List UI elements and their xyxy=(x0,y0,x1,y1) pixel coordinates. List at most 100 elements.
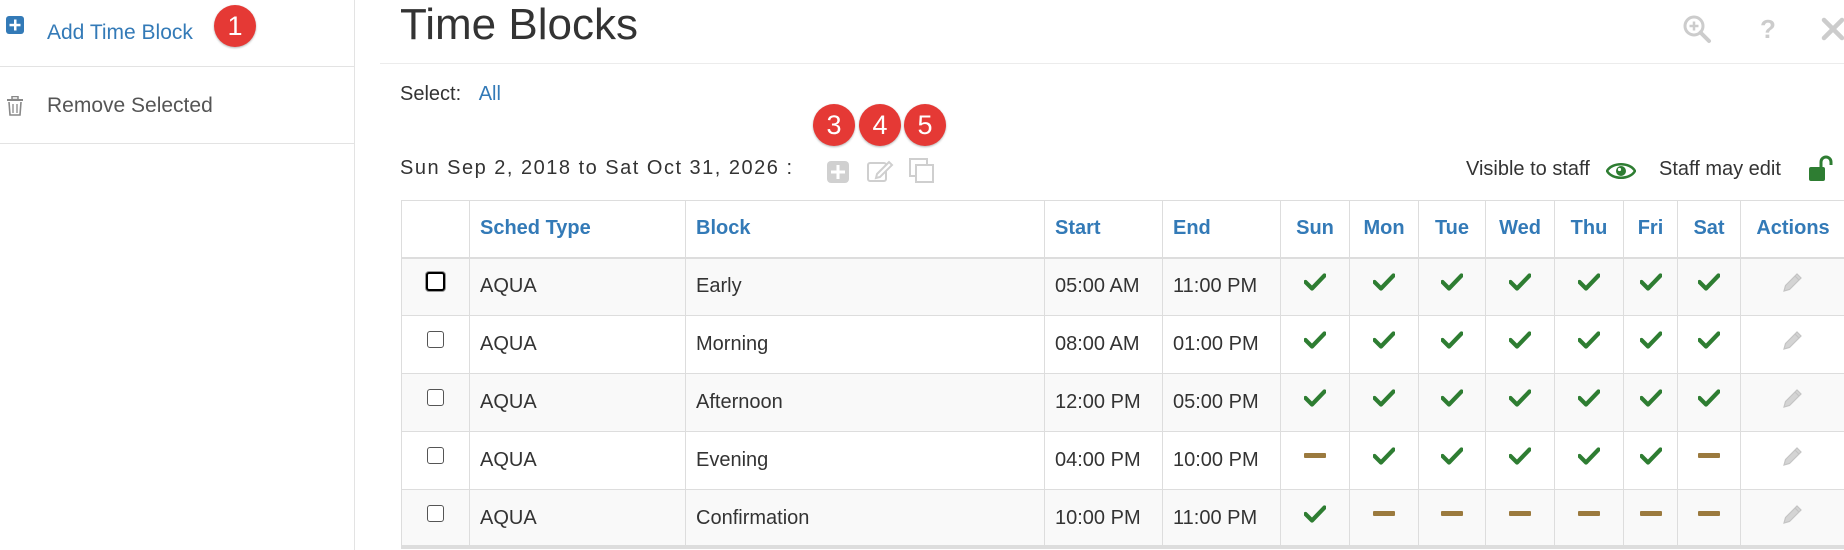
day-cell-sat xyxy=(1677,315,1741,374)
day-cell-sun xyxy=(1280,257,1350,316)
copy-block-icon[interactable] xyxy=(908,157,936,185)
trash-icon xyxy=(7,96,23,116)
col-header-mon[interactable]: Mon xyxy=(1349,200,1419,259)
pencil-icon[interactable] xyxy=(1781,270,1805,294)
add-block-icon[interactable] xyxy=(825,157,853,185)
page-title: Time Blocks xyxy=(400,0,638,49)
row-checkbox[interactable] xyxy=(427,389,444,407)
day-cell-mon xyxy=(1349,431,1419,490)
day-cell-thu xyxy=(1554,315,1624,374)
staff-may-edit-label: Staff may edit xyxy=(1659,158,1781,180)
check-icon xyxy=(1304,331,1326,349)
col-header-block[interactable]: Block xyxy=(685,200,1045,259)
dash-icon xyxy=(1509,511,1531,517)
day-cell-fri xyxy=(1623,373,1678,432)
start-cell: 12:00 PM xyxy=(1044,373,1163,432)
check-icon xyxy=(1698,273,1720,291)
check-icon xyxy=(1373,447,1395,465)
end-cell: 11:00 PM xyxy=(1162,489,1281,548)
sidebar: Add Time Block Remove Selected xyxy=(0,0,355,550)
check-icon xyxy=(1441,331,1463,349)
edit-block-icon[interactable] xyxy=(866,157,894,185)
day-cell-sun xyxy=(1280,373,1350,432)
actions-cell xyxy=(1740,373,1844,432)
table-row: AQUA Evening 04:00 PM 10:00 PM xyxy=(401,431,1844,490)
col-header-sun[interactable]: Sun xyxy=(1280,200,1350,259)
check-icon xyxy=(1639,273,1662,291)
day-cell-mon xyxy=(1349,489,1419,548)
dash-icon xyxy=(1578,511,1600,517)
day-cell-fri xyxy=(1623,257,1678,316)
unlock-icon[interactable] xyxy=(1808,155,1834,183)
day-cell-wed xyxy=(1485,373,1555,432)
col-header-start[interactable]: Start xyxy=(1044,200,1163,259)
check-icon xyxy=(1304,273,1326,291)
col-header-sched-type[interactable]: Sched Type xyxy=(469,200,686,259)
table-bottom-border xyxy=(401,545,1844,549)
close-icon[interactable] xyxy=(1818,14,1844,44)
start-cell: 05:00 AM xyxy=(1044,257,1163,316)
table-row: AQUA Early 05:00 AM 11:00 PM xyxy=(401,257,1844,316)
day-cell-tue xyxy=(1418,431,1486,490)
check-icon xyxy=(1441,389,1463,407)
day-cell-thu xyxy=(1554,489,1624,548)
end-cell: 05:00 PM xyxy=(1162,373,1281,432)
select-all-link[interactable]: All xyxy=(479,83,501,105)
day-cell-tue xyxy=(1418,315,1486,374)
actions-cell xyxy=(1740,431,1844,490)
day-cell-mon xyxy=(1349,315,1419,374)
add-time-block-button[interactable]: Add Time Block xyxy=(0,0,354,67)
col-header-sat[interactable]: Sat xyxy=(1677,200,1741,259)
remove-selected-button[interactable]: Remove Selected xyxy=(0,68,354,144)
end-cell: 01:00 PM xyxy=(1162,315,1281,374)
row-checkbox[interactable] xyxy=(426,272,445,292)
day-cell-wed xyxy=(1485,257,1555,316)
check-icon xyxy=(1509,273,1531,291)
col-header-tue[interactable]: Tue xyxy=(1418,200,1486,259)
pencil-icon[interactable] xyxy=(1781,502,1805,526)
help-icon[interactable]: ? xyxy=(1753,14,1783,44)
dash-icon xyxy=(1698,453,1720,459)
day-cell-wed xyxy=(1485,315,1555,374)
day-cell-tue xyxy=(1418,257,1486,316)
start-cell: 10:00 PM xyxy=(1044,489,1163,548)
zoom-in-icon[interactable] xyxy=(1682,14,1712,44)
callout-badge-1: 1 xyxy=(214,5,256,47)
day-cell-sun xyxy=(1280,489,1350,548)
row-select-cell xyxy=(401,257,470,316)
start-cell: 08:00 AM xyxy=(1044,315,1163,374)
row-select-cell xyxy=(401,431,470,490)
check-icon xyxy=(1509,389,1531,407)
row-select-cell xyxy=(401,315,470,374)
col-header-wed[interactable]: Wed xyxy=(1485,200,1555,259)
check-icon xyxy=(1373,389,1395,407)
check-icon xyxy=(1509,447,1531,465)
col-header-end[interactable]: End xyxy=(1162,200,1281,259)
row-checkbox[interactable] xyxy=(427,505,444,523)
remove-selected-label: Remove Selected xyxy=(47,93,213,117)
pencil-icon[interactable] xyxy=(1781,328,1805,352)
day-cell-thu xyxy=(1554,257,1624,316)
day-cell-wed xyxy=(1485,489,1555,548)
block-cell: Afternoon xyxy=(685,373,1045,432)
col-header-thu[interactable]: Thu xyxy=(1554,200,1624,259)
row-checkbox[interactable] xyxy=(427,447,444,465)
day-cell-fri xyxy=(1623,489,1678,548)
start-cell: 04:00 PM xyxy=(1044,431,1163,490)
plus-square-icon xyxy=(6,16,24,34)
date-range: Sun Sep 2, 2018 to Sat Oct 31, 2026 : xyxy=(400,157,794,179)
table-header-row: Sched Type Block Start End Sun Mon Tue W… xyxy=(401,200,1844,259)
day-cell-thu xyxy=(1554,373,1624,432)
end-cell: 11:00 PM xyxy=(1162,257,1281,316)
col-header-fri[interactable]: Fri xyxy=(1623,200,1678,259)
check-icon xyxy=(1304,389,1326,407)
table-row: AQUA Confirmation 10:00 PM 11:00 PM xyxy=(401,489,1844,548)
sched-type-cell: AQUA xyxy=(469,257,686,316)
pencil-icon[interactable] xyxy=(1781,444,1805,468)
pencil-icon[interactable] xyxy=(1781,386,1805,410)
day-cell-sat xyxy=(1677,489,1741,548)
day-cell-fri xyxy=(1623,431,1678,490)
eye-icon[interactable] xyxy=(1606,160,1636,182)
col-header-select xyxy=(401,200,470,259)
row-checkbox[interactable] xyxy=(427,331,444,349)
